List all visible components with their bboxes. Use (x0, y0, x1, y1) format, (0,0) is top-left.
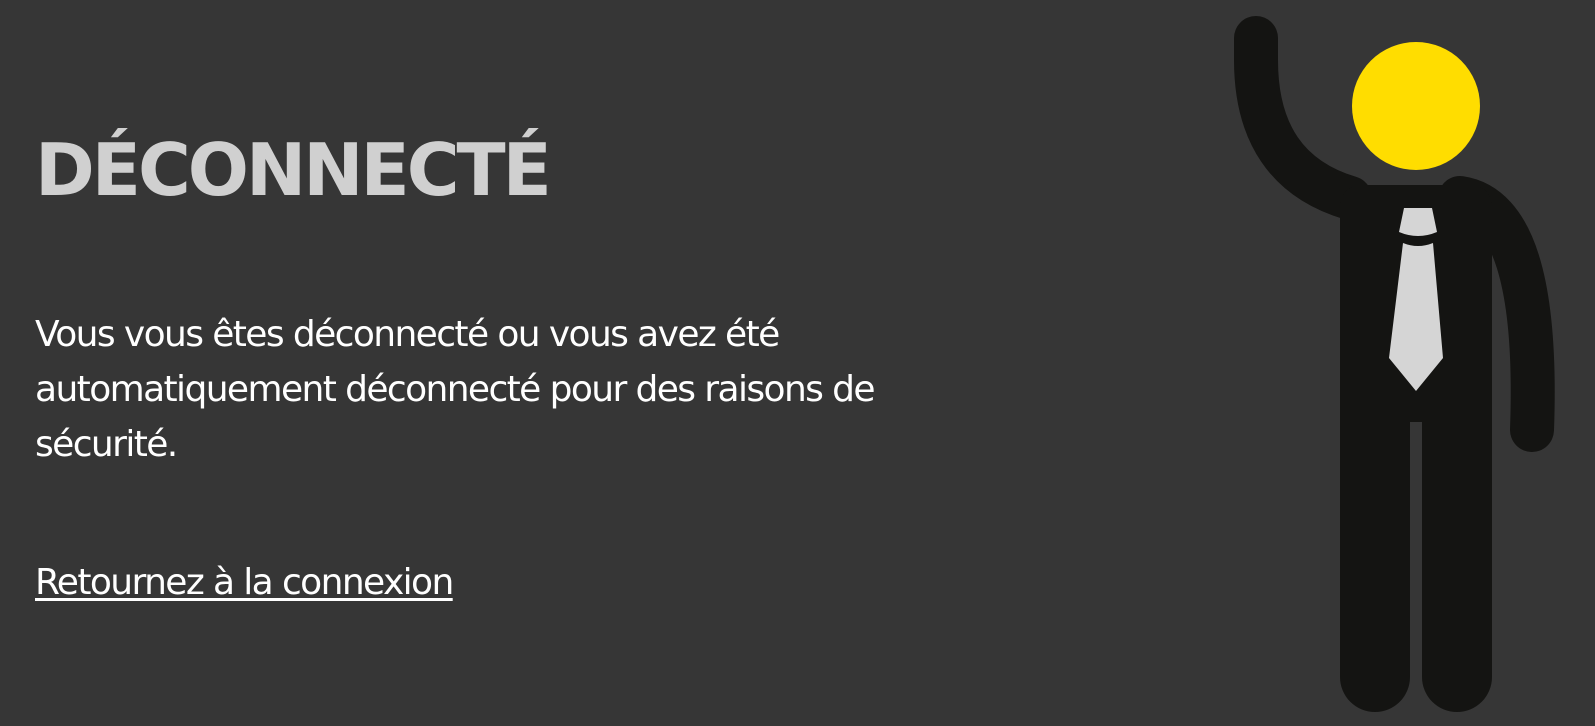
right-leg (1422, 380, 1492, 712)
head (1352, 42, 1480, 170)
tie-knot (1399, 208, 1437, 236)
waving-businessman-icon (1234, 16, 1555, 712)
raised-arm (1234, 16, 1372, 220)
left-leg (1340, 380, 1410, 712)
